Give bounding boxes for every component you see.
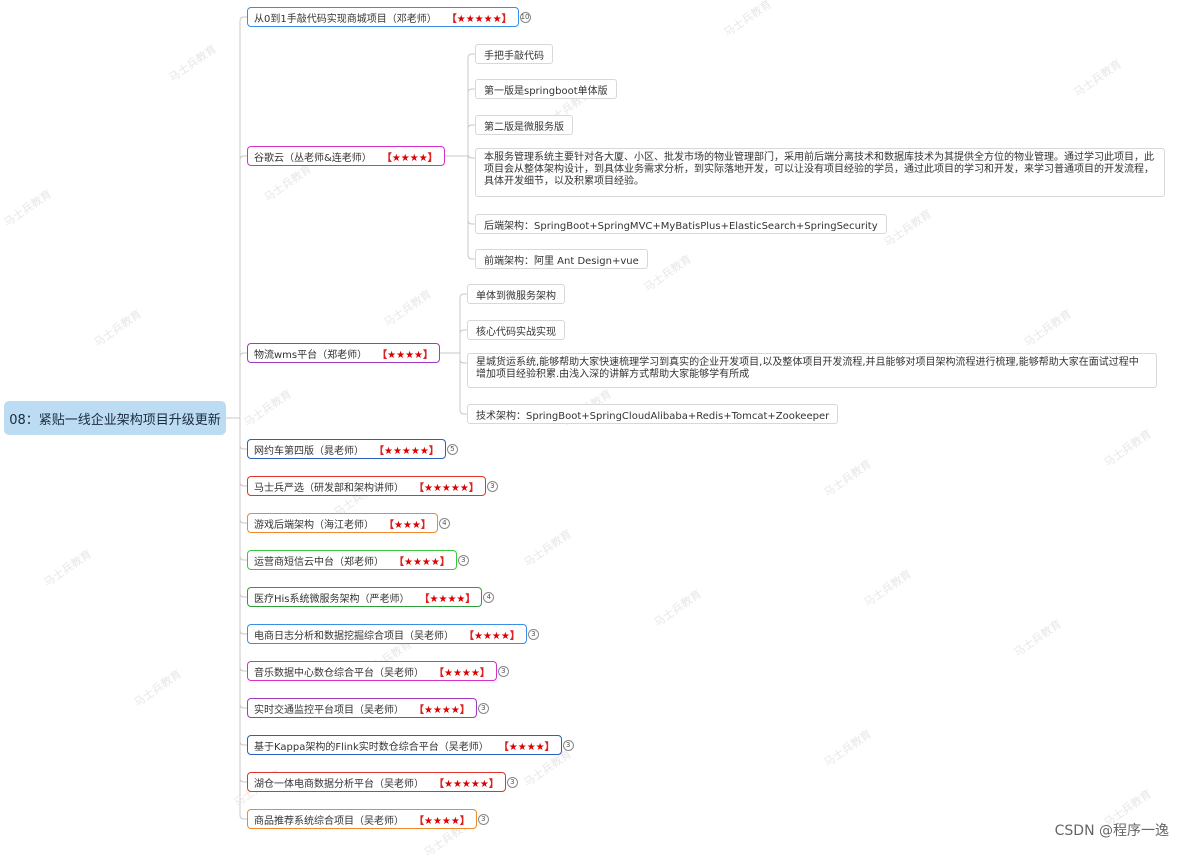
connector-curve <box>467 88 475 156</box>
branch-label: 商品推荐系统综合项目（吴老师） <box>254 815 404 827</box>
child-count-badge[interactable]: 3 <box>506 776 518 788</box>
child-count-badge[interactable]: 4 <box>483 591 495 603</box>
child-count-badge[interactable]: 3 <box>497 665 509 677</box>
branch-label: 医疗His系统微服务架构（严老师） <box>254 593 410 605</box>
child-count-badge[interactable]: 3 <box>562 739 574 751</box>
branch-mall-project[interactable]: 从0到1手敲代码实现商城项目（邓老师） 【★★★★★】 <box>247 7 519 27</box>
rating-stars: 【★★★】 <box>384 519 431 531</box>
rating-stars: 【★★★★】 <box>377 349 433 361</box>
rating-stars: 【★★★★】 <box>414 704 470 716</box>
connector-curve <box>239 155 247 418</box>
branch-wms-platform[interactable]: 物流wms平台（郑老师） 【★★★★】 <box>247 343 440 363</box>
branch-sms-cloud[interactable]: 运营商短信云中台（郑老师） 【★★★★】 <box>247 550 457 570</box>
root-topic[interactable]: 08：紧贴一线企业架构项目升级更新 <box>4 401 226 435</box>
branch-label: 游戏后端架构（海江老师） <box>254 519 374 531</box>
child-count-badge[interactable]: 3 <box>477 813 489 825</box>
connector-curve <box>239 418 247 561</box>
child-count-badge[interactable]: 3 <box>527 628 539 640</box>
connector-curve <box>459 293 467 353</box>
child-count-badge[interactable]: 3 <box>486 480 498 492</box>
leaf-topic[interactable]: 前端架构：阿里 Ant Design+vue <box>475 249 648 269</box>
leaf-topic[interactable]: 单体到微服务架构 <box>467 284 565 304</box>
branch-label: 马士兵严选（研发部和架构讲师） <box>254 482 404 494</box>
connector-curve <box>239 418 247 709</box>
child-count-badge[interactable]: 3 <box>477 702 489 714</box>
child-count-badge[interactable]: 10 <box>519 11 531 23</box>
leaf-topic[interactable]: 第一版是springboot单体版 <box>475 79 617 99</box>
branch-label: 音乐数据中心数仓综合平台（吴老师） <box>254 667 424 679</box>
rating-stars: 【★★★★】 <box>414 815 470 827</box>
connector-curve <box>239 418 247 746</box>
child-count-badge[interactable]: 3 <box>457 554 469 566</box>
leaf-topic[interactable]: 技术架构：SpringBoot+SpringCloudAlibaba+Redis… <box>467 404 839 424</box>
leaf-topic[interactable]: 手把手敲代码 <box>475 44 553 64</box>
connector-curve <box>459 353 467 364</box>
rating-stars: 【★★★★】 <box>498 741 555 753</box>
connector-curve <box>239 418 247 598</box>
leaf-topic[interactable]: 核心代码实战实现 <box>467 320 565 340</box>
leaf-topic[interactable]: 后端架构：SpringBoot+SpringMVC+MyBatisPlus+El… <box>475 214 887 234</box>
connector-curve <box>459 329 467 353</box>
branch-game-backend[interactable]: 游戏后端架构（海江老师） 【★★★】 <box>247 513 438 533</box>
rating-stars: 【★★★★】 <box>381 152 438 164</box>
connector-curve <box>239 16 247 418</box>
rating-stars: 【★★★★★】 <box>374 445 439 457</box>
connector-curve <box>467 153 475 159</box>
branch-label: 运营商短信云中台（郑老师） <box>254 556 384 568</box>
branch-medical-his[interactable]: 医疗His系统微服务架构（严老师） 【★★★★】 <box>247 587 483 607</box>
rating-stars: 【★★★★】 <box>434 667 490 679</box>
branch-flink-kappa[interactable]: 基于Kappa架构的Flink实时数仓综合平台（吴老师） 【★★★★】 <box>247 735 562 755</box>
rating-stars: 【★★★★】 <box>419 593 476 605</box>
branch-traffic-monitor[interactable]: 实时交通监控平台项目（吴老师） 【★★★★】 <box>247 698 477 718</box>
child-count-badge[interactable]: 4 <box>438 517 450 529</box>
connector-curve <box>467 156 475 260</box>
csdn-credit: CSDN @程序一逸 <box>1054 823 1169 839</box>
branch-label: 从0到1手敲代码实现商城项目（邓老师） <box>254 13 437 25</box>
branch-recommendation[interactable]: 商品推荐系统综合项目（吴老师） 【★★★★】 <box>247 809 477 829</box>
leaf-topic-description[interactable]: 星城货运系统,能够帮助大家快速梳理学习到真实的企业开发项目,以及整体项目开发流程… <box>467 353 1157 388</box>
leaf-topic-description[interactable]: 本服务管理系统主要针对各大厦、小区、批发市场的物业管理部门，采用前后端分离技术和… <box>475 148 1165 197</box>
connector-curve <box>239 418 247 783</box>
branch-msb-select[interactable]: 马士兵严选（研发部和架构讲师） 【★★★★★】 <box>247 476 486 496</box>
branch-label: 电商日志分析和数据挖掘综合项目（吴老师） <box>254 630 454 642</box>
leaf-topic[interactable]: 第二版是微服务版 <box>475 115 573 135</box>
connector-curve <box>239 418 247 635</box>
rating-stars: 【★★★★】 <box>464 630 520 642</box>
branch-label: 实时交通监控平台项目（吴老师） <box>254 704 404 716</box>
branch-label: 基于Kappa架构的Flink实时数仓综合平台（吴老师） <box>254 741 489 753</box>
rating-stars: 【★★★★★】 <box>434 778 499 790</box>
connector-curve <box>239 418 247 524</box>
branch-label: 物流wms平台（郑老师） <box>254 349 368 361</box>
branch-label: 谷歌云（丛老师&连老师） <box>254 152 372 164</box>
branch-log-analysis[interactable]: 电商日志分析和数据挖掘综合项目（吴老师） 【★★★★】 <box>247 624 527 644</box>
branch-lakehouse[interactable]: 湖仓一体电商数据分析平台（吴老师） 【★★★★★】 <box>247 772 506 792</box>
connector-curve <box>239 418 247 820</box>
branch-label: 湖仓一体电商数据分析平台（吴老师） <box>254 778 424 790</box>
branch-cloud-property[interactable]: 谷歌云（丛老师&连老师） 【★★★★】 <box>247 146 445 166</box>
branch-label: 网约车第四版（晁老师） <box>254 445 364 457</box>
connector-curve <box>239 352 247 418</box>
connector-curve <box>467 124 475 156</box>
connector-curve <box>239 418 247 487</box>
rating-stars: 【★★★★】 <box>394 556 450 568</box>
branch-music-warehouse[interactable]: 音乐数据中心数仓综合平台（吴老师） 【★★★★】 <box>247 661 497 681</box>
branch-ride-hailing[interactable]: 网约车第四版（晁老师） 【★★★★★】 <box>247 439 446 459</box>
child-count-badge[interactable]: 5 <box>446 443 458 455</box>
rating-stars: 【★★★★★】 <box>446 13 512 25</box>
connector-curve <box>467 53 475 156</box>
connector-curve <box>467 156 475 225</box>
rating-stars: 【★★★★★】 <box>414 482 479 494</box>
